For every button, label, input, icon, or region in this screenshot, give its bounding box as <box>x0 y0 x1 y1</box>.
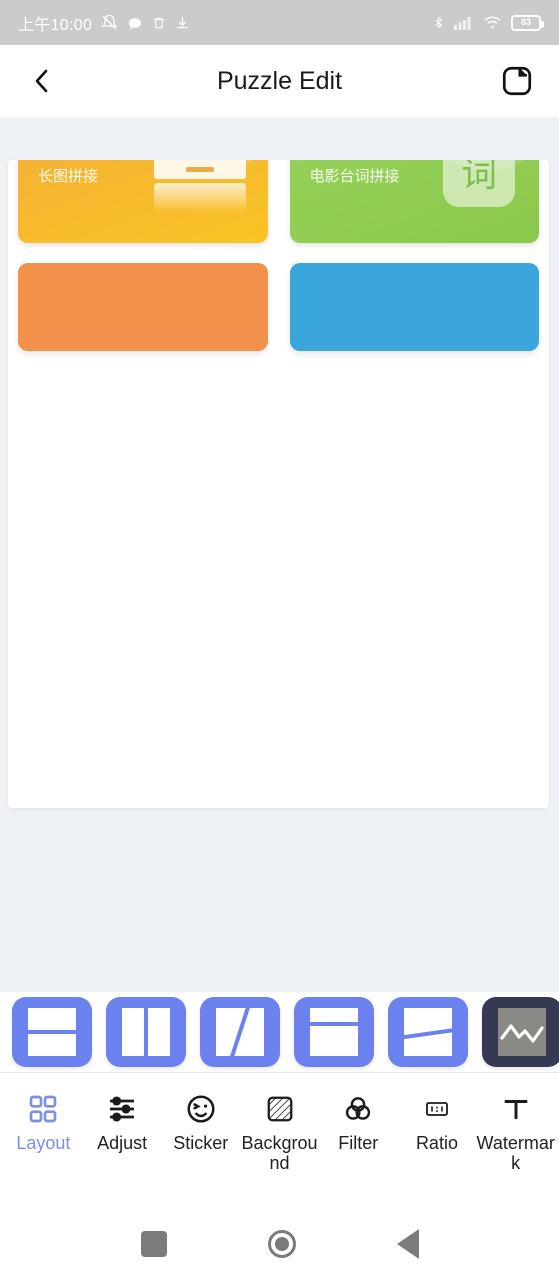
tool-label: Sticker <box>173 1133 229 1153</box>
tool-label: Watermark <box>476 1133 555 1173</box>
card-row-3-partial <box>8 263 549 351</box>
tool-ratio[interactable]: Ratio <box>398 1087 477 1154</box>
page-title: Puzzle Edit <box>216 66 343 95</box>
circle-icon <box>267 1229 296 1258</box>
aspect-ratio-icon <box>422 1087 452 1131</box>
chat-bubble-icon <box>127 15 143 31</box>
card-partial-orange[interactable] <box>18 263 268 351</box>
square-icon <box>140 1230 167 1257</box>
triangle-icon <box>396 1228 419 1259</box>
card-subtitle-puzzle[interactable]: 台词拼接 电影台词拼接 词 <box>289 160 539 243</box>
smiley-icon <box>185 1087 217 1131</box>
long-image-art <box>153 160 246 213</box>
zigzag-mask <box>8 406 549 808</box>
status-bar-right: 83 <box>432 14 544 31</box>
sliders-icon <box>106 1087 138 1131</box>
battery-icon: 83 <box>511 14 544 31</box>
tool-label: Filter <box>338 1133 379 1153</box>
bottom-toolbar: Layout Adjust Sticker Background Filter … <box>0 1072 559 1207</box>
color-circles-icon <box>342 1087 374 1131</box>
card-long-image[interactable]: 长图拼接 长图拼接 <box>18 160 268 243</box>
tool-label: Adjust <box>97 1133 148 1153</box>
grid-layout-icon <box>27 1087 59 1131</box>
status-time: 上午10:00 <box>18 16 93 34</box>
zigzag-check-icon <box>500 1024 544 1043</box>
tool-sticker[interactable]: Sticker <box>161 1087 240 1154</box>
tool-label: Background <box>241 1133 318 1173</box>
tool-watermark[interactable]: Watermark <box>476 1087 555 1174</box>
subtitle-badge-art: 词 <box>443 160 515 207</box>
layout-template-strip[interactable] <box>0 992 559 1072</box>
card-subtitle: 电影台词拼接 <box>309 168 400 185</box>
template-top-band-split[interactable] <box>294 997 374 1067</box>
bluetooth-icon <box>432 14 445 31</box>
hatched-square-icon <box>265 1087 295 1131</box>
text-t-icon <box>501 1087 531 1131</box>
editor-stage: 自由组合拼接 九宫格切割图 <box>0 117 559 992</box>
tool-background[interactable]: Background <box>240 1087 319 1174</box>
tool-label: Ratio <box>415 1133 458 1153</box>
template-slanted-split[interactable] <box>388 997 468 1067</box>
tool-label: Layout <box>16 1133 71 1153</box>
status-bar-left: 上午10:00 <box>18 11 190 35</box>
android-nav-bar <box>0 1207 559 1280</box>
app-screen: 上午10:00 83 Puzzle Edit 长图拼接 电影台词拼接 词 Lay… <box>0 0 559 1280</box>
back-chevron-icon[interactable] <box>22 61 62 101</box>
template-vertical-split[interactable] <box>106 997 186 1067</box>
battery-level: 83 <box>520 17 531 27</box>
card-partial-blue[interactable] <box>289 263 539 351</box>
card-subtitle: 长图拼接 <box>38 168 99 185</box>
tool-adjust[interactable]: Adjust <box>83 1087 162 1154</box>
recents-button[interactable] <box>140 1230 167 1257</box>
back-button[interactable] <box>396 1228 419 1259</box>
signal-bars-icon <box>454 15 474 30</box>
tool-layout[interactable]: Layout <box>4 1087 83 1154</box>
app-header: Puzzle Edit <box>0 45 559 117</box>
home-button[interactable] <box>267 1229 296 1258</box>
tool-filter[interactable]: Filter <box>319 1087 398 1154</box>
trash-icon <box>152 15 166 31</box>
template-zigzag-selected[interactable] <box>482 997 559 1067</box>
card-collage: 自由组合拼接 九宫格切割图 <box>8 160 549 371</box>
download-icon <box>175 15 190 30</box>
puzzle-canvas[interactable]: 自由组合拼接 九宫格切割图 <box>8 160 549 808</box>
status-bar: 上午10:00 83 <box>0 0 559 45</box>
template-horizontal-split[interactable] <box>12 997 92 1067</box>
mute-bell-icon <box>101 14 119 31</box>
save-disk-icon[interactable] <box>497 61 537 101</box>
wifi-icon <box>483 15 502 30</box>
template-diagonal-split[interactable] <box>200 997 280 1067</box>
card-row-2: 长图拼接 长图拼接 台词拼接 电影台词拼接 词 <box>8 160 549 243</box>
